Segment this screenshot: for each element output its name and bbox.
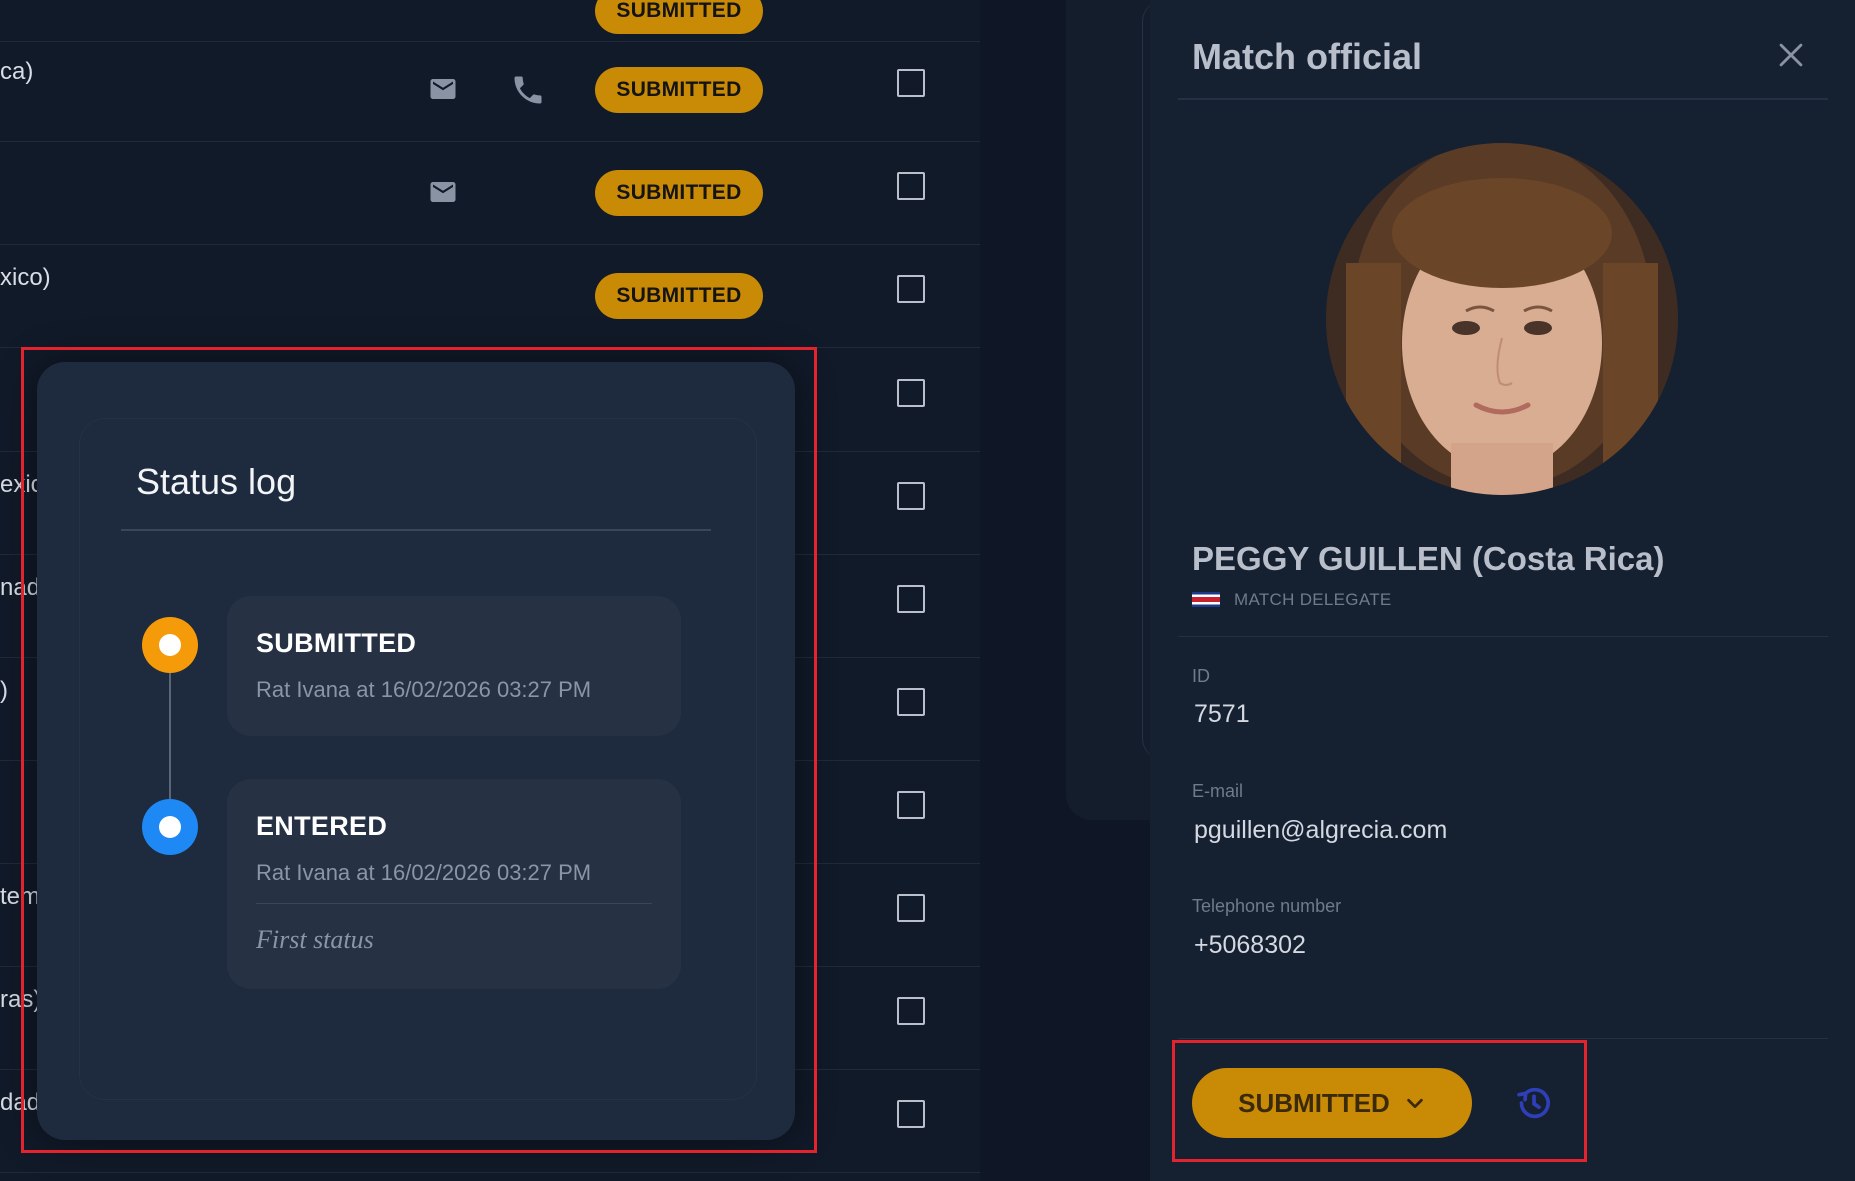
status-log-entry: SUBMITTED Rat Ivana at 16/02/2026 03:27 … <box>227 596 681 736</box>
id-value: 7571 <box>1194 700 1250 728</box>
row-checkbox[interactable] <box>897 791 925 819</box>
chevron-down-icon <box>1407 1098 1423 1109</box>
status-dropdown-button[interactable]: SUBMITTED <box>1192 1068 1472 1138</box>
row-checkbox[interactable] <box>897 379 925 407</box>
table-row[interactable]: xico) SUBMITTED <box>0 244 980 348</box>
avatar <box>1326 143 1678 495</box>
history-icon[interactable] <box>1514 1083 1554 1123</box>
mail-icon[interactable] <box>424 74 462 104</box>
log-entry-note: First status <box>256 925 374 954</box>
log-entry-status: SUBMITTED <box>256 628 417 658</box>
official-name: PEGGY GUILLEN (Costa Rica) <box>1192 540 1665 577</box>
log-entry-meta: Rat Ivana at 16/02/2026 03:27 PM <box>256 860 592 885</box>
row-checkbox[interactable] <box>897 688 925 716</box>
official-name: xico) <box>0 264 51 291</box>
row-checkbox[interactable] <box>897 172 925 200</box>
official-name: nad <box>0 574 41 601</box>
status-button-label: SUBMITTED <box>1238 1087 1390 1118</box>
status-badge[interactable]: SUBMITTED <box>595 170 763 216</box>
row-checkbox[interactable] <box>897 894 925 922</box>
timeline-dot-entered <box>142 799 198 855</box>
status-log-popover: Status log SUBMITTED Rat Ivana at 16/02/… <box>37 362 795 1140</box>
official-role: MATCH DELEGATE <box>1234 590 1392 609</box>
row-checkbox[interactable] <box>897 1100 925 1128</box>
log-entry-meta: Rat Ivana at 16/02/2026 03:27 PM <box>256 677 592 702</box>
table-row[interactable]: SUBMITTED <box>0 0 980 42</box>
status-badge[interactable]: SUBMITTED <box>595 67 763 113</box>
row-checkbox[interactable] <box>897 585 925 613</box>
official-name: ) <box>0 677 8 704</box>
status-log-inner-frame <box>79 418 757 1100</box>
status-badge[interactable]: SUBMITTED <box>595 0 763 34</box>
phone-icon[interactable] <box>510 72 546 108</box>
phone-value[interactable]: +5068302 <box>1194 931 1306 960</box>
official-name: tem <box>0 883 41 910</box>
costa-rica-flag-icon <box>1192 592 1220 607</box>
table-row[interactable]: SUBMITTED <box>0 141 980 245</box>
log-entry-status: ENTERED <box>256 811 388 841</box>
row-checkbox[interactable] <box>897 997 925 1025</box>
status-log-entry: ENTERED Rat Ivana at 16/02/2026 03:27 PM… <box>227 779 681 989</box>
mail-icon[interactable] <box>424 177 462 207</box>
table-row[interactable]: ca) SUBMITTED <box>0 38 980 142</box>
status-log-divider <box>121 529 711 531</box>
email-label: E-mail <box>1192 781 1244 801</box>
close-icon[interactable] <box>1774 38 1808 72</box>
drawer-divider <box>1178 636 1828 637</box>
drawer-title: Match official <box>1192 36 1423 77</box>
drawer-divider <box>1178 1038 1828 1039</box>
id-label: ID <box>1192 666 1210 686</box>
row-checkbox[interactable] <box>897 482 925 510</box>
email-value[interactable]: pguillen@algrecia.com <box>1194 816 1447 845</box>
row-checkbox[interactable] <box>897 275 925 303</box>
official-name: dad <box>0 1089 41 1116</box>
status-log-title: Status log <box>136 461 297 502</box>
timeline-dot-submitted <box>142 617 198 673</box>
log-entry-divider <box>256 903 652 904</box>
official-name: ras) <box>0 986 42 1013</box>
drawer-divider <box>1178 98 1828 100</box>
layout-gap <box>980 0 1038 1181</box>
phone-label: Telephone number <box>1192 896 1342 916</box>
match-official-drawer: Match official PEGGY GUILLEN (Costa Rica… <box>1150 0 1855 1181</box>
status-badge[interactable]: SUBMITTED <box>595 273 763 319</box>
official-name: ca) <box>0 58 34 85</box>
row-checkbox[interactable] <box>897 69 925 97</box>
